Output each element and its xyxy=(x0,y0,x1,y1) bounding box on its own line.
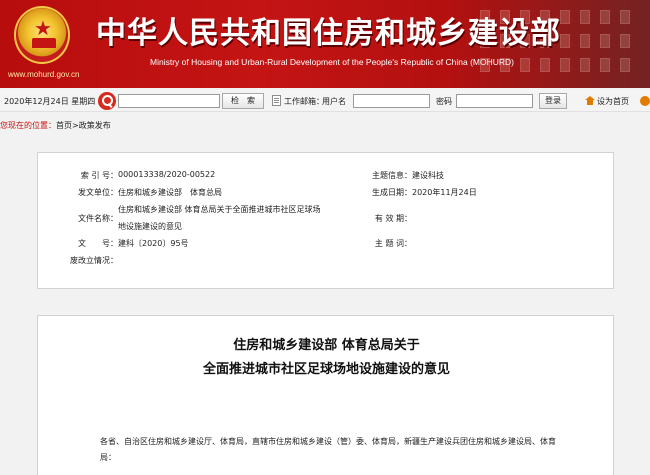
issuer-value: 住房和城乡建设部 体育总局 xyxy=(118,188,222,197)
search-button[interactable]: 检 索 xyxy=(222,93,264,109)
national-emblem-icon: ★ xyxy=(14,6,70,64)
workspace-label: 工作邮箱： xyxy=(284,97,324,106)
site-url: www.mohurd.gov.cn xyxy=(8,70,80,79)
issuer-label: 发文单位： xyxy=(78,188,118,197)
breadcrumb-here-label: 您现在的位置： xyxy=(0,121,56,130)
current-date: 2020年12月24日 星期四 xyxy=(4,97,96,106)
doc-no-label: 文 号： xyxy=(78,239,118,248)
article-para-line2: 局： xyxy=(100,453,116,462)
search-icon[interactable] xyxy=(98,92,116,110)
date-value: 2020年11月24日 xyxy=(412,188,477,197)
doc-no-value: 建科〔2020〕95号 xyxy=(118,239,189,248)
password-label: 密码 xyxy=(436,97,452,106)
site-subtitle: Ministry of Housing and Urban-Rural Deve… xyxy=(150,57,514,67)
document-info-panel: 索 引 号： 000013338/2020-00522 主题信息： 建设科技 发… xyxy=(37,152,614,289)
index-no-value: 000013338/2020-00522 xyxy=(118,170,216,179)
article-panel: 住房和城乡建设部 体育总局关于 全面推进城市社区足球场地设施建设的意见 各省、自… xyxy=(37,315,614,475)
doc-name-line2: 地设施建设的意见 xyxy=(118,222,182,231)
breadcrumb-home-link[interactable]: 首页 xyxy=(56,121,72,130)
topic-label: 主题信息： xyxy=(372,171,412,180)
site-banner: ★ www.mohurd.gov.cn 中华人民共和国住房和城乡建设部 Mini… xyxy=(0,0,650,88)
set-home-link[interactable]: 设为首页 xyxy=(597,96,629,107)
article-title-line1: 住房和城乡建设部 体育总局关于 xyxy=(233,338,420,353)
breadcrumb-separator: > xyxy=(72,121,79,130)
validity-label: 有 效 期： xyxy=(374,214,412,223)
article-title-line2: 全面推进城市社区足球场地设施建设的意见 xyxy=(202,362,450,377)
mail-icon xyxy=(272,95,281,106)
site-title: 中华人民共和国住房和城乡建设部 xyxy=(96,16,561,51)
topic-value: 建设科技 xyxy=(412,171,444,180)
index-no-label: 索 引 号： xyxy=(80,171,118,180)
article-para-line1: 各省、自治区住房和城乡建设厅、体育局，直辖市住房和城乡建设（管）委、体育局，新疆… xyxy=(100,437,556,446)
favorite-icon[interactable] xyxy=(640,96,650,106)
doc-name-line1: 住房和城乡建设部 体育总局关于全面推进城市社区足球场 xyxy=(118,205,321,214)
breadcrumb-policy-link[interactable]: 政策发布 xyxy=(79,121,111,130)
doc-name-label: 文件名称： xyxy=(78,214,118,223)
username-label: 用户名 xyxy=(322,97,346,106)
home-icon xyxy=(585,96,595,105)
login-button[interactable]: 登录 xyxy=(539,93,567,109)
breadcrumb: 您现在的位置：首页>政策发布 xyxy=(0,120,111,131)
search-input[interactable] xyxy=(118,94,220,108)
keywords-label: 主 题 词： xyxy=(374,239,412,248)
abolish-label: 废改立情况： xyxy=(70,256,118,265)
password-input[interactable] xyxy=(456,94,533,108)
top-toolbar: 2020年12月24日 星期四 检 索 工作邮箱： 用户名 密码 登录 设为首页 xyxy=(0,90,650,112)
username-input[interactable] xyxy=(353,94,430,108)
date-label: 生成日期： xyxy=(372,188,412,197)
